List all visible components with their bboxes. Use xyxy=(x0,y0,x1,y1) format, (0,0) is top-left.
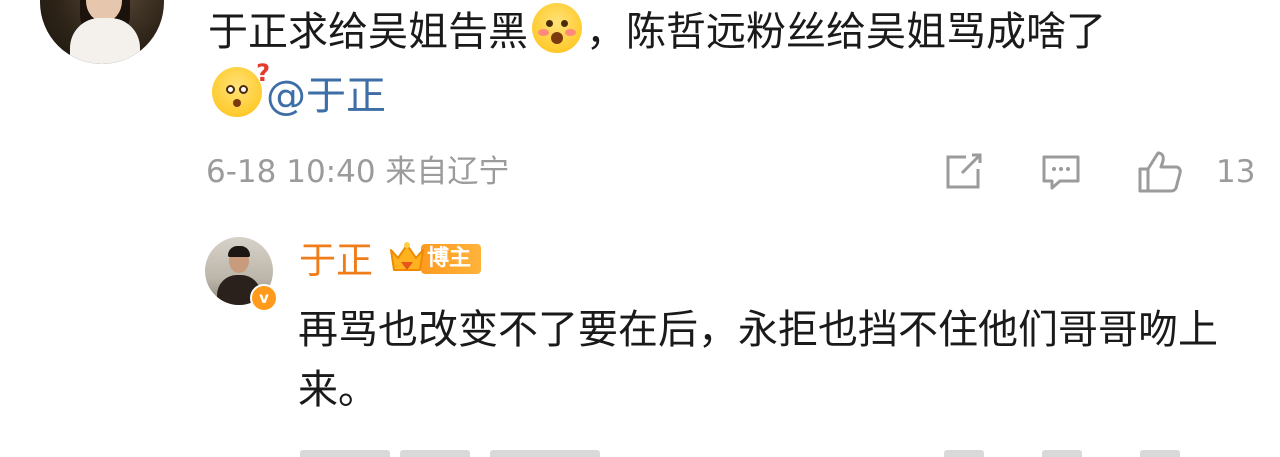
like-count: 13 xyxy=(1216,154,1256,190)
share-icon xyxy=(946,153,982,189)
smile-blush-emoji-icon xyxy=(532,3,582,53)
comment-text-part1: 于正求给吴姐告黑 xyxy=(208,9,528,55)
comment-icon xyxy=(1042,155,1080,190)
comment-date: 6-18 xyxy=(206,154,277,190)
comment-meta: 6-18 10:40 来自辽宁 xyxy=(206,150,509,194)
next-row-cutoff xyxy=(0,444,1280,457)
verified-mark: v xyxy=(259,289,269,307)
like-button[interactable]: 13 xyxy=(1136,148,1255,196)
crown-icon xyxy=(390,242,424,271)
confused-question-emoji-icon: ? xyxy=(212,61,270,117)
verified-badge: v xyxy=(250,284,278,312)
reply-author-name[interactable]: 于正 xyxy=(299,236,373,286)
comment-time: 10:40 xyxy=(286,154,376,190)
host-badge: 博主 xyxy=(387,240,482,278)
host-badge-label: 博主 xyxy=(421,244,482,274)
reply-button[interactable] xyxy=(1040,148,1082,196)
share-button[interactable] xyxy=(942,148,984,196)
weibo-comment-page: 于正求给吴姐告黑 ，陈哲远粉丝给吴姐骂成啥了? @于正 6-18 10:40 来自辽… xyxy=(0,0,1280,457)
mention-link[interactable]: @于正 xyxy=(266,73,386,119)
comment-location: 来自辽宁 xyxy=(385,154,510,190)
thumbs-up-icon xyxy=(1138,151,1182,193)
commenter-avatar[interactable] xyxy=(40,0,164,64)
comment-text-part2: ，陈哲远粉丝给吴姐骂成啥了 xyxy=(586,9,1106,55)
reply-body: 再骂也改变不了要在后，永拒也挡不住他们哥哥吻上来。 xyxy=(298,307,1218,413)
comment-body: 于正求给吴姐告黑 ，陈哲远粉丝给吴姐骂成啥了? @于正 xyxy=(208,0,1238,128)
